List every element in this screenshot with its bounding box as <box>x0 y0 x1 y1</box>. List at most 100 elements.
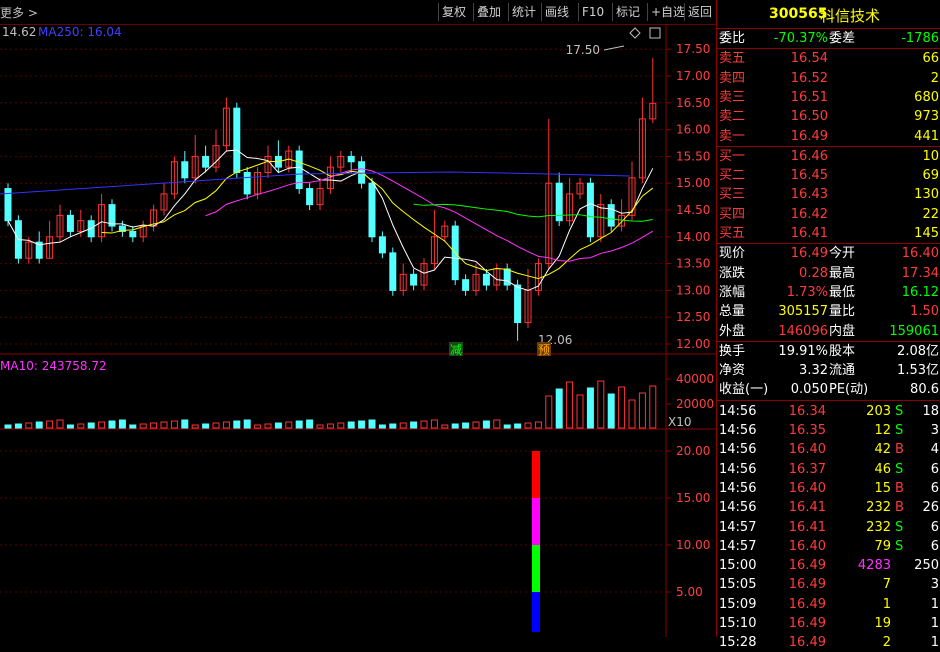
stat-label: 总量 <box>719 304 746 320</box>
tick-volume: 12 <box>874 423 891 438</box>
tick-time: 15:09 <box>719 596 757 612</box>
stat-label: 涨跌 <box>719 265 746 281</box>
volume-bar <box>451 423 459 429</box>
volume-bar <box>77 423 85 429</box>
volume-bar <box>399 422 407 429</box>
indicator-axis-label: 15.00 <box>676 491 710 505</box>
tick-price: 16.35 <box>788 423 826 438</box>
tick-row: 14:57 16.40 79 S 6 <box>717 537 940 556</box>
stat-row: 现价 16.49 今开 16.40 <box>717 244 940 263</box>
toolbar-button-3[interactable]: 画线 <box>541 3 572 21</box>
signal-pre: 预 <box>538 343 550 357</box>
tick-price: 16.34 <box>788 403 826 419</box>
stat-label: 最高 <box>829 265 856 281</box>
stat-label: 内盘 <box>829 323 856 339</box>
tick-time: 15:10 <box>719 616 757 631</box>
tick-row: 14:56 16.35 12 S 3 <box>717 421 940 440</box>
volume-bar <box>326 423 334 429</box>
volume-bar <box>358 420 366 429</box>
stat-value: 80.6 <box>910 382 939 398</box>
volume-bar <box>35 421 43 429</box>
stat-value: 1.50 <box>910 304 939 320</box>
ma250-legend: MA250: 16.04 <box>38 25 122 39</box>
stat-row: 净资 3.32 流通 1.53亿 <box>717 361 940 380</box>
bid-price: 16.42 <box>790 206 828 222</box>
toolbar-button-6[interactable]: +自选 <box>647 3 688 21</box>
ask-volume: 66 <box>922 51 939 67</box>
ask-row: 卖五 16.54 66 <box>717 49 940 68</box>
quote-panel: 300565 科信技术 委比 -70.37% 委差 -1786 卖五 16.54 66 卖四 1… <box>716 0 940 650</box>
volume-bar <box>649 385 657 429</box>
volume-bar <box>618 386 626 429</box>
bid-price: 16.45 <box>790 168 828 184</box>
tick-row: 15:28 16.49 2 1 <box>717 633 940 652</box>
ask-label: 卖四 <box>719 70 746 86</box>
volume-bar <box>410 421 418 429</box>
chart-toolbar: 更多 > 复权 叠加 统计 画线 F10 标记 +自选 返回 <box>0 0 716 25</box>
bid-row: 买二 16.45 69 <box>717 166 940 185</box>
candle-body <box>514 284 522 324</box>
volume-bar <box>586 387 594 429</box>
price-axis-label: 13.50 <box>676 257 710 271</box>
tick-volume: 42 <box>874 442 891 458</box>
bid-row: 买三 16.43 130 <box>717 185 940 204</box>
kline-chart[interactable]: 17.50 17.00 16.50 16.00 15.50 15.00 14.50 14.00… <box>0 24 716 637</box>
tick-volume: 46 <box>874 461 891 477</box>
volume-bar <box>222 421 230 429</box>
tick-volume: 15 <box>874 480 891 496</box>
candle-body <box>368 182 376 238</box>
ask-price: 16.50 <box>790 109 828 125</box>
ask-label: 卖二 <box>719 109 746 125</box>
candle-body <box>243 171 251 195</box>
toolbar-button-0[interactable]: 复权 <box>438 3 469 21</box>
bid-volume: 10 <box>922 148 939 164</box>
volume-bar <box>482 420 490 429</box>
candle-body <box>202 155 210 168</box>
stat-label: 涨幅 <box>719 284 746 300</box>
toolbar-button-2[interactable]: 统计 <box>508 3 539 21</box>
tick-volume: 19 <box>874 616 891 631</box>
toolbar-button-4[interactable]: F10 <box>578 3 607 21</box>
volume-bar <box>25 422 33 429</box>
tick-count: 4 <box>930 442 939 458</box>
kline-chart-area[interactable]: 17.50 17.00 16.50 16.00 15.50 15.00 14.50 14.00… <box>0 24 716 637</box>
volume-bar <box>264 423 272 429</box>
tick-volume: 7 <box>882 577 891 593</box>
volume-axis-label: 20000 <box>676 397 714 411</box>
volume-bar <box>576 394 584 429</box>
ask-price: 16.52 <box>790 70 828 86</box>
volume-bar <box>191 424 199 429</box>
toolbar-button-1[interactable]: 叠加 <box>473 3 504 21</box>
ask-row: 卖二 16.50 973 <box>717 107 940 126</box>
bid-label: 买一 <box>719 148 746 164</box>
price-axis-label: 12.00 <box>676 337 710 351</box>
candle-body <box>181 161 189 179</box>
stat-value: 305157 <box>778 304 828 320</box>
volume-unit-label: X10 <box>668 415 692 429</box>
toolbar-button-7[interactable]: 返回 <box>684 3 715 21</box>
more-menu[interactable]: 更多 > <box>0 4 38 21</box>
indicator-axis-label: 10.00 <box>676 538 710 552</box>
tick-row: 14:56 16.40 42 B 4 <box>717 440 940 459</box>
volume-bar <box>306 419 314 429</box>
tick-price: 16.49 <box>788 596 826 612</box>
candle-body <box>389 252 397 291</box>
ask-volume: 441 <box>914 128 939 144</box>
stat-row: 涨幅 1.73% 最低 16.12 <box>717 283 940 302</box>
volume-bar <box>56 419 64 429</box>
tick-time: 14:56 <box>719 480 757 496</box>
ask-row: 卖一 16.49 441 <box>717 127 940 146</box>
stat-label: 净资 <box>719 363 746 379</box>
bid-row: 买一 16.46 10 <box>717 147 940 166</box>
toolbar-button-5[interactable]: 标记 <box>612 3 643 21</box>
stat-label: 现价 <box>719 246 746 262</box>
stat-row: 外盘 146096 内盘 159061 <box>717 322 940 341</box>
volume-bar <box>493 419 501 429</box>
tick-time: 14:57 <box>719 538 757 554</box>
tick-side: B <box>895 442 904 458</box>
tick-side: S <box>895 519 904 535</box>
stat-value: 1.53亿 <box>897 363 939 379</box>
stat-label: 流通 <box>829 363 856 379</box>
tick-row: 15:00 16.49 4283 250 <box>717 556 940 575</box>
ask-price: 16.54 <box>790 51 828 67</box>
